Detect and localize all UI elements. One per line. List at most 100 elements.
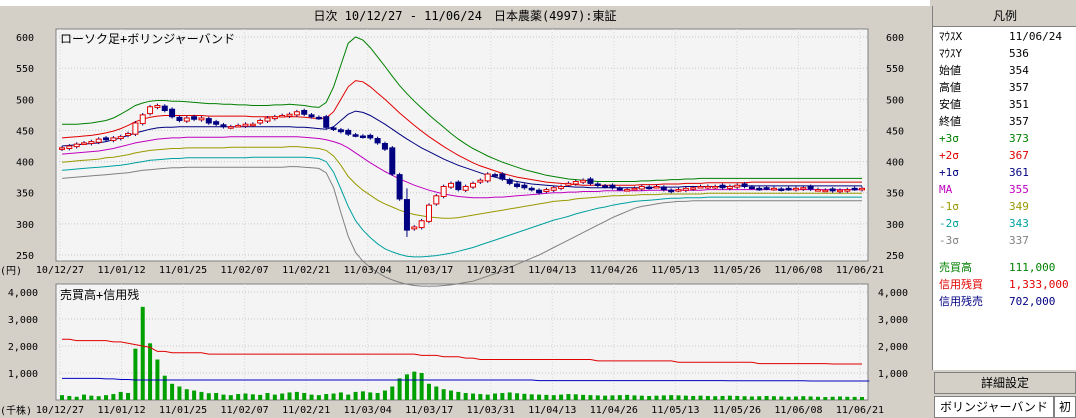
candle-body xyxy=(690,187,697,190)
candle-body xyxy=(697,185,704,189)
volume-bar xyxy=(808,396,813,400)
candle-body xyxy=(235,124,242,128)
legend-value: 343 xyxy=(1009,217,1029,230)
volume-bar xyxy=(426,383,431,400)
volume-bar xyxy=(302,392,307,400)
candle-body xyxy=(271,116,278,120)
indicator-tabs: ボリンジャーバンド 初 xyxy=(934,396,1076,418)
volume-bar xyxy=(104,395,109,400)
price-tick-label: 550 xyxy=(16,64,34,75)
candle-body xyxy=(132,122,139,135)
candle-body xyxy=(814,189,821,192)
volume-bar xyxy=(89,395,94,400)
legend-value: 357 xyxy=(1009,115,1029,128)
candle-body xyxy=(704,185,711,189)
tab-initial[interactable]: 初 xyxy=(1054,396,1076,418)
volume-bar xyxy=(448,390,453,400)
legend-key: MA xyxy=(939,183,953,196)
x-tick-label: 11/04/26 xyxy=(590,405,638,416)
legend-row: 高値 357 xyxy=(937,79,1073,96)
chart-area[interactable]: 600 550 500 450 400 350 300 250 600 550 500 450 400… xyxy=(0,26,930,418)
candle-body xyxy=(125,133,132,136)
volume-bar xyxy=(471,393,476,400)
legend-row: +1σ 361 xyxy=(937,164,1073,181)
volume-bar xyxy=(720,395,725,400)
legend-value: 702,000 xyxy=(1009,295,1056,308)
volume-bar xyxy=(705,395,710,400)
candle-body xyxy=(176,116,183,121)
price-tick-label: 350 xyxy=(886,189,904,200)
legend-value: 351 xyxy=(1009,98,1029,111)
volume-bar xyxy=(96,396,101,400)
x-tick-label: 11/02/07 xyxy=(221,405,269,416)
candle-body xyxy=(301,109,308,115)
volume-bar xyxy=(148,343,153,400)
candle-body xyxy=(844,189,851,192)
volume-bar xyxy=(713,396,718,400)
volume-bar xyxy=(199,391,204,400)
volume-bar xyxy=(133,348,138,400)
candle-body xyxy=(829,188,836,192)
x-tick-label: 11/03/04 xyxy=(344,265,392,276)
volume-bar xyxy=(507,392,512,400)
candle-body xyxy=(763,187,770,190)
legend-row: -2σ 343 xyxy=(937,215,1073,232)
detail-settings-button[interactable]: 詳細設定 xyxy=(934,372,1076,394)
volume-bar xyxy=(177,386,182,400)
legend-key: +2σ xyxy=(939,149,959,162)
candle-body xyxy=(521,184,528,189)
candle-body xyxy=(455,181,462,191)
legend-value: 357 xyxy=(1009,81,1029,94)
volume-bar xyxy=(118,391,123,400)
x-tick-label: 11/04/13 xyxy=(528,265,576,276)
volume-bar xyxy=(294,391,299,400)
volume-bar xyxy=(544,394,549,400)
candle-body xyxy=(418,220,425,229)
legend-key: +1σ xyxy=(939,166,959,179)
x-tick-label: 11/01/25 xyxy=(159,405,207,416)
volume-bar xyxy=(272,394,277,400)
volume-y-axis-left: 4,000 3,000 2,000 1,000 xyxy=(8,288,38,380)
volume-panel[interactable] xyxy=(55,283,869,401)
price-tick-label: 600 xyxy=(16,33,34,44)
candle-body xyxy=(220,124,227,128)
volume-bar xyxy=(67,395,72,400)
candle-body xyxy=(257,119,264,124)
candle-body xyxy=(609,184,616,189)
volume-bar xyxy=(639,395,644,400)
volume-bar xyxy=(214,392,219,400)
price-y-axis-left: 600 550 500 450 400 350 300 250 xyxy=(16,33,34,262)
volume-bar xyxy=(595,395,600,400)
volume-bar xyxy=(815,396,820,400)
candle-body xyxy=(198,117,205,121)
price-x-axis: 10/12/27 11/01/12 11/01/25 11/02/07 11/02/21… xyxy=(36,265,884,276)
volume-bar xyxy=(265,392,270,400)
legend-panel: 凡例 ﾏｳｽX 11/06/24 ﾏｳｽY 536 始値 354 高値 357 安値 351 終値 3… xyxy=(932,6,1076,370)
x-tick-label: 11/03/31 xyxy=(467,405,515,416)
volume-bar xyxy=(698,395,703,400)
price-tick-label: 500 xyxy=(886,95,904,106)
candle-body xyxy=(73,143,80,148)
volume-bar xyxy=(280,393,285,400)
candle-body xyxy=(183,117,190,122)
volume-unit-label: (千株) xyxy=(0,404,32,417)
volume-bar xyxy=(228,395,233,400)
candle-body xyxy=(682,187,689,191)
candle-body xyxy=(367,134,374,139)
volume-bar xyxy=(390,386,395,400)
legend-row: 売買高 111,000 xyxy=(937,259,1073,276)
volume-bar xyxy=(316,395,321,400)
x-tick-label: 11/02/07 xyxy=(221,265,269,276)
candle-body xyxy=(242,123,249,127)
price-panel[interactable] xyxy=(55,28,869,262)
legend-row: -3σ 337 xyxy=(937,232,1073,249)
volume-bar xyxy=(206,393,211,400)
candle-body xyxy=(279,114,286,118)
candle-body xyxy=(859,187,865,191)
volume-bar xyxy=(74,396,79,400)
volume-bar xyxy=(647,395,652,400)
tab-bollinger[interactable]: ボリンジャーバンド xyxy=(934,396,1054,418)
legend-value: 373 xyxy=(1009,132,1029,145)
x-tick-label: 11/05/26 xyxy=(713,405,761,416)
candle-body xyxy=(95,138,102,143)
